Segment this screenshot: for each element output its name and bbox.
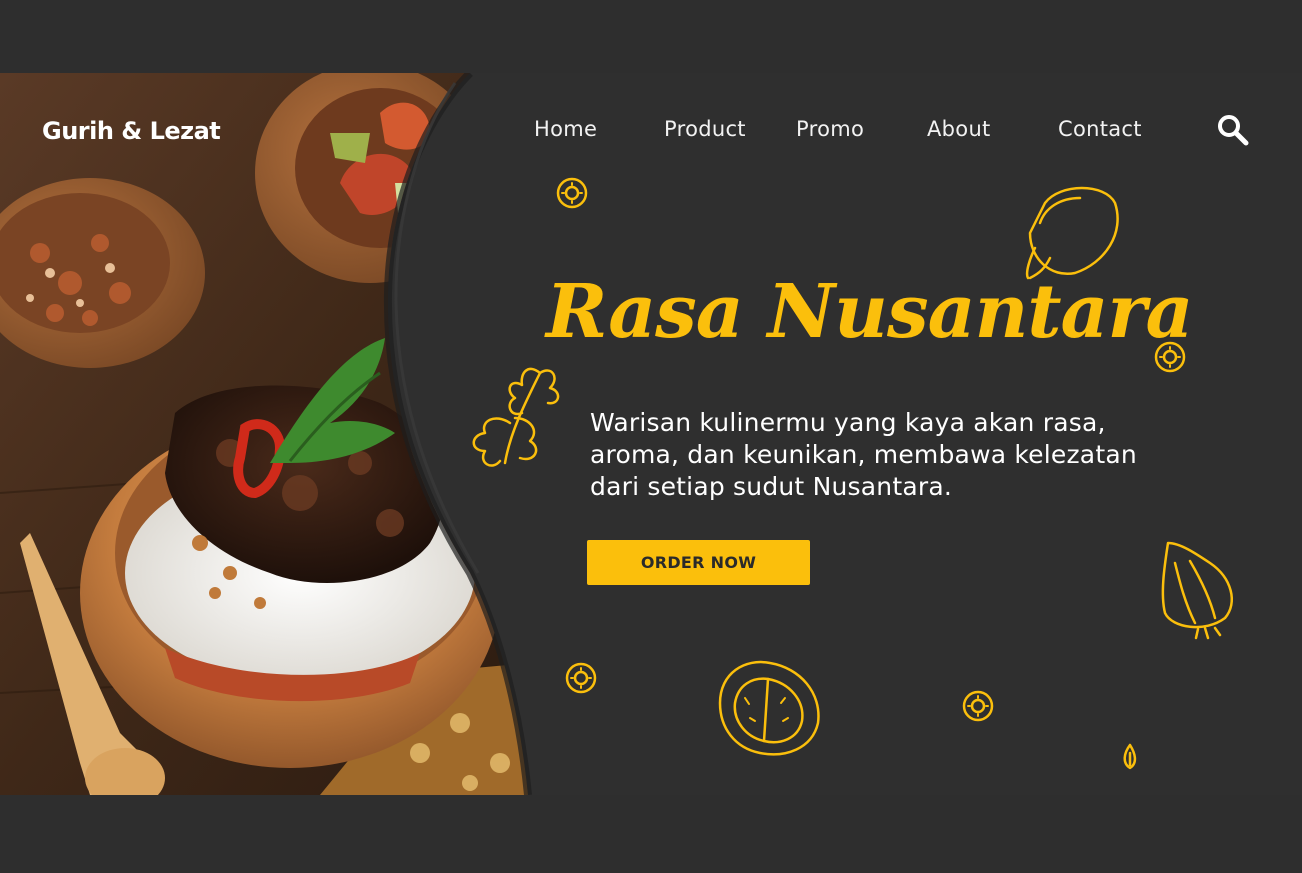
nav-promo[interactable]: Promo	[796, 117, 864, 141]
search-icon[interactable]	[1216, 113, 1250, 147]
hero-headline: Rasa Nusantara	[546, 269, 1193, 355]
nav-home[interactable]: Home	[534, 117, 597, 141]
brand-logo[interactable]: Gurih & Lezat	[42, 117, 221, 145]
nav-about[interactable]: About	[927, 117, 991, 141]
tagline-line: Warisan kulinermu yang kaya akan rasa,	[590, 408, 1106, 437]
nav-product[interactable]: Product	[664, 117, 746, 141]
tagline-line: dari setiap sudut Nusantara.	[590, 472, 952, 501]
hero-banner: Gurih & Lezat Home Product Promo About C…	[0, 73, 1302, 795]
nav-contact[interactable]: Contact	[1058, 117, 1142, 141]
tagline-line: aroma, dan keunikan, membawa kelezatan	[590, 440, 1137, 469]
order-now-button[interactable]: ORDER NOW	[587, 540, 810, 585]
hero-tagline: Warisan kulinermu yang kaya akan rasa, a…	[590, 407, 1190, 503]
